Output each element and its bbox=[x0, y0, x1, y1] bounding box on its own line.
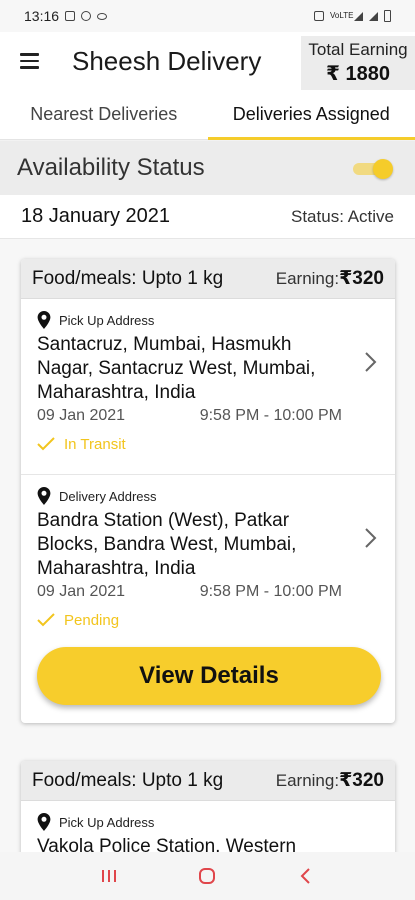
recent-apps-icon bbox=[102, 870, 117, 882]
pickup-address-label: Pick Up Address bbox=[59, 312, 155, 328]
pickup-date: 09 Jan 2021 bbox=[37, 407, 126, 424]
location-pin-icon bbox=[37, 311, 51, 329]
back-button[interactable] bbox=[286, 856, 326, 896]
pickup-address-label: Pick Up Address bbox=[59, 814, 155, 830]
menu-icon[interactable] bbox=[12, 44, 46, 78]
total-earning-box: Total Earning ₹ 1880 bbox=[301, 36, 415, 90]
pickup-address-text: Santacruz, Mumbai, Hasmukh Nagar, Santac… bbox=[37, 334, 316, 403]
app-title: Sheesh Delivery bbox=[72, 45, 262, 76]
card-category: Food/meals: Upto 1 kg bbox=[32, 769, 224, 791]
system-nav-bar bbox=[0, 852, 415, 900]
chevron-right-icon[interactable] bbox=[363, 527, 377, 549]
card-earning: Earning:₹320 bbox=[276, 769, 384, 792]
date-row: 18 January 2021 Status: Active bbox=[0, 195, 415, 239]
delivery-time: 9:58 PM - 10:00 PM bbox=[199, 583, 342, 600]
availability-label: Availability Status bbox=[17, 154, 205, 181]
pickup-address-section[interactable]: Pick Up Address Vakola Police Station, W… bbox=[21, 801, 395, 852]
signal-icon bbox=[369, 11, 378, 21]
notification-icon bbox=[65, 11, 76, 21]
card-earning-value: ₹320 bbox=[339, 268, 384, 289]
delivery-list[interactable]: Food/meals: Upto 1 kg Earning:₹320 Pick … bbox=[0, 239, 415, 852]
card-header: Food/meals: Upto 1 kg Earning:₹320 bbox=[21, 761, 395, 801]
tab-bar: Nearest Deliveries Deliveries Assigned bbox=[0, 90, 415, 140]
tab-deliveries-assigned[interactable]: Deliveries Assigned bbox=[207, 90, 415, 140]
card-earning-label: Earning: bbox=[275, 269, 340, 288]
delivery-status-text: Pending bbox=[64, 611, 120, 629]
tab-nearest-deliveries[interactable]: Nearest Deliveries bbox=[0, 90, 208, 139]
recent-apps-button[interactable] bbox=[89, 856, 129, 896]
chevron-right-icon[interactable] bbox=[363, 351, 377, 373]
status-active-text: Status: Active bbox=[291, 206, 394, 226]
alarm-icon bbox=[314, 11, 324, 21]
pickup-time: 9:58 PM - 10:00 PM bbox=[199, 407, 342, 424]
check-icon bbox=[37, 437, 55, 451]
card-header: Food/meals: Upto 1 kg Earning:₹320 bbox=[21, 259, 395, 299]
delivery-address-text: Bandra Station (West), Patkar Blocks, Ba… bbox=[37, 510, 297, 579]
card-category: Food/meals: Upto 1 kg bbox=[32, 267, 224, 289]
view-details-button[interactable]: View Details bbox=[37, 647, 381, 705]
wifi-icon bbox=[354, 11, 363, 21]
delivery-time-row: 09 Jan 2021 9:58 PM - 10:00 PM bbox=[37, 583, 342, 601]
pickup-address-text: Vakola Police Station, Western bbox=[37, 836, 297, 852]
card-earning-value: ₹320 bbox=[339, 770, 384, 791]
location-pin-icon bbox=[37, 487, 51, 505]
current-date: 18 January 2021 bbox=[21, 205, 171, 227]
delivery-address-section[interactable]: Delivery Address Bandra Station (West), … bbox=[21, 474, 395, 705]
card-earning: Earning:₹320 bbox=[276, 267, 384, 290]
eye-icon bbox=[97, 12, 108, 20]
location-pin-icon bbox=[37, 813, 51, 831]
back-icon bbox=[300, 868, 310, 884]
availability-row: Availability Status bbox=[0, 141, 415, 195]
availability-toggle[interactable] bbox=[353, 159, 393, 179]
battery-icon bbox=[384, 10, 391, 22]
total-earning-label: Total Earning bbox=[308, 40, 408, 59]
delivery-card: Food/meals: Upto 1 kg Earning:₹320 Pick … bbox=[21, 761, 395, 852]
total-earning-value: ₹ 1880 bbox=[326, 63, 390, 85]
pickup-address-section[interactable]: Pick Up Address Santacruz, Mumbai, Hasmu… bbox=[21, 299, 395, 474]
delivery-status: Pending bbox=[37, 609, 379, 631]
app-bar: Sheesh Delivery Total Earning ₹ 1880 bbox=[0, 32, 415, 90]
status-bar: 13:16 VoLTE bbox=[0, 0, 415, 32]
delivery-card: Food/meals: Upto 1 kg Earning:₹320 Pick … bbox=[21, 259, 395, 723]
pickup-status-text: In Transit bbox=[64, 435, 126, 453]
card-earning-label: Earning: bbox=[275, 771, 340, 790]
status-time: 13:16 bbox=[24, 8, 60, 24]
network-label: VoLTE bbox=[330, 11, 354, 20]
home-button[interactable] bbox=[187, 856, 227, 896]
pickup-time-row: 09 Jan 2021 9:58 PM - 10:00 PM bbox=[37, 407, 342, 425]
delivery-address-label: Delivery Address bbox=[59, 488, 157, 504]
delivery-date: 09 Jan 2021 bbox=[37, 583, 126, 600]
check-icon bbox=[37, 613, 55, 627]
pickup-status: In Transit bbox=[37, 433, 379, 455]
home-icon bbox=[199, 868, 216, 884]
missed-call-icon bbox=[81, 11, 92, 21]
